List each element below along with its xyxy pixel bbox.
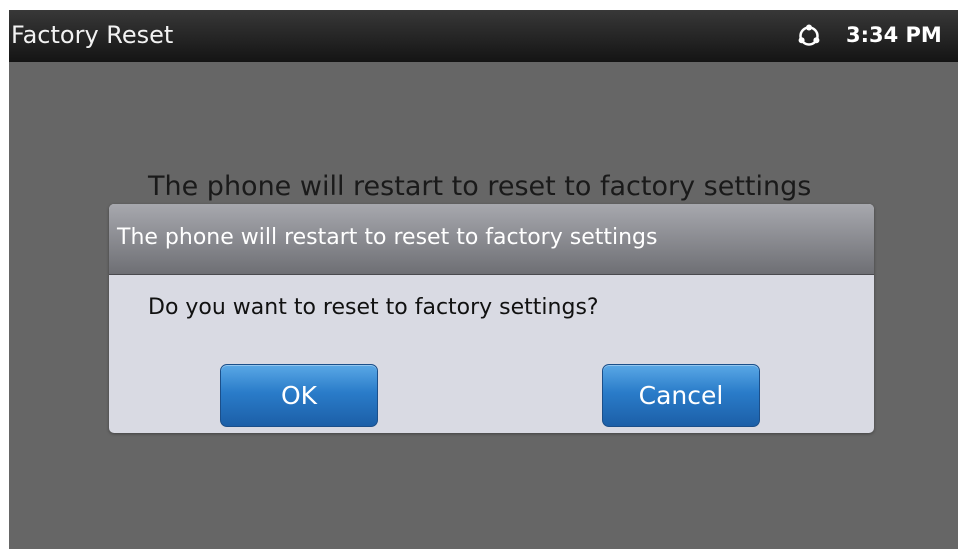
background-message: The phone will restart to reset to facto…: [148, 171, 812, 202]
dialog-title: The phone will restart to reset to facto…: [117, 225, 658, 250]
phone-screen: Factory Reset 3:34 PM The phone will res…: [9, 10, 958, 549]
status-bar: Factory Reset 3:34 PM: [9, 10, 958, 62]
app-title: Factory Reset: [11, 21, 174, 49]
dialog-message: Do you want to reset to factory settings…: [148, 295, 599, 320]
dialog-header: The phone will restart to reset to facto…: [109, 204, 874, 275]
factory-reset-dialog: The phone will restart to reset to facto…: [109, 204, 874, 433]
ok-button[interactable]: OK: [220, 364, 378, 427]
cancel-button[interactable]: Cancel: [602, 364, 760, 427]
status-clock: 3:34 PM: [846, 23, 942, 47]
sync-icon: [797, 24, 821, 48]
